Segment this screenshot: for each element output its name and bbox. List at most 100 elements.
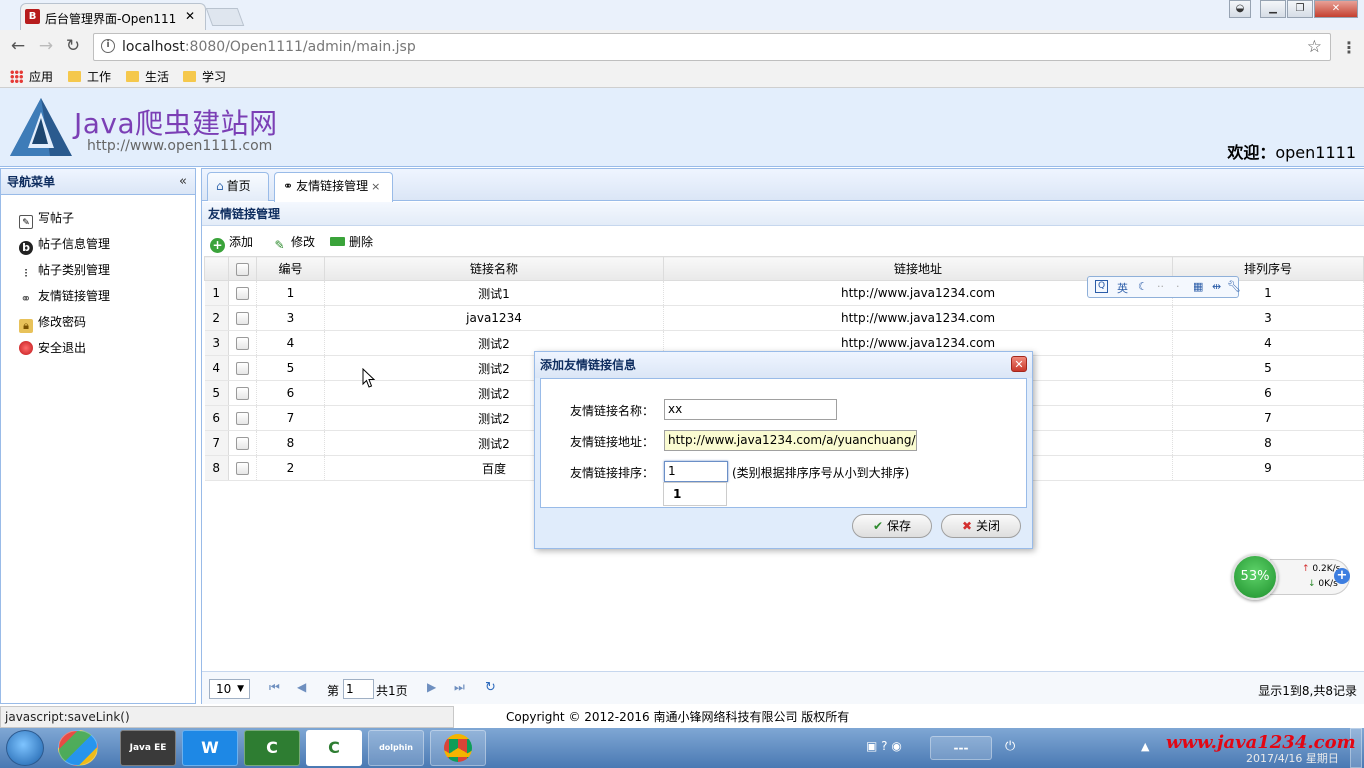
wrench-icon[interactable]: 🔧︎ — [1227, 280, 1241, 293]
taskbar-app-dolphin[interactable]: dolphin — [368, 730, 424, 766]
app-label: dolphin — [379, 743, 413, 752]
tray-indicator[interactable]: --- — [930, 736, 992, 760]
keyboard-icon[interactable]: ▦ — [1193, 280, 1203, 293]
taskbar-app-java-ee[interactable]: Java EE IDE — [120, 730, 176, 766]
sidebar-item-logout[interactable]: 安全退出 — [1, 335, 195, 361]
link-name-input[interactable]: xx — [664, 399, 837, 420]
dot-icon[interactable]: · — [1176, 280, 1180, 293]
select-all-checkbox-cell — [228, 256, 257, 281]
info-icon[interactable]: i — [101, 39, 115, 53]
next-page-icon[interactable]: ▶ — [427, 680, 436, 694]
sidebar-item-category-management[interactable]: ⁝ 帖子类别管理 — [1, 257, 195, 283]
arrow-up-icon: ↑ — [1302, 564, 1313, 574]
tab-link-management[interactable]: ⚭ 友情链接管理 × — [274, 172, 393, 202]
tray-icons[interactable]: ▣ ? ◉ — [866, 739, 902, 753]
bookmark-life[interactable]: 生活 — [126, 68, 169, 85]
collapse-icon[interactable]: « — [179, 169, 187, 195]
row-checkbox[interactable] — [236, 337, 249, 350]
refresh-icon[interactable]: ↻ — [485, 680, 496, 695]
split-icon[interactable]: ⇹ — [1212, 280, 1221, 293]
row-checkbox[interactable] — [236, 387, 249, 400]
order-hint: (类别根据排序序号从小到大排序) — [732, 466, 910, 480]
link-url-input[interactable]: http://www.java1234.com/a/yuanchuang/ac — [664, 430, 917, 451]
browser-menu-icon[interactable]: ⋮ — [1341, 38, 1357, 57]
moon-icon[interactable]: ☾ — [1138, 280, 1148, 293]
prev-page-icon[interactable]: ◀ — [297, 680, 306, 694]
bookmark-label: 应用 — [29, 70, 54, 84]
tab-home[interactable]: ⌂ 首页 — [207, 172, 269, 201]
row-checkbox-cell — [228, 355, 257, 381]
column-header[interactable]: 编号 — [256, 256, 325, 281]
bookmark-label: 生活 — [145, 70, 170, 84]
close-tab-icon[interactable]: × — [371, 180, 380, 193]
edit-icon: ✎ — [19, 215, 33, 229]
minimize-button[interactable]: ▁ — [1260, 0, 1286, 18]
tray-arrow-icon[interactable]: ▲ — [1141, 740, 1149, 753]
dialog-close-icon[interactable]: ✕ — [1011, 356, 1027, 372]
row-checkbox[interactable] — [236, 287, 249, 300]
delete-button[interactable]: 删除 — [330, 233, 373, 250]
taskbar-app-c2[interactable]: C — [306, 730, 362, 766]
taskbar-app-c1[interactable]: C — [244, 730, 300, 766]
bookmark-apps[interactable]: 应用 — [10, 68, 53, 85]
taskbar-app-icon[interactable] — [58, 730, 98, 766]
new-tab-button[interactable] — [205, 8, 245, 26]
page-total: 共1页 — [376, 684, 408, 698]
table-row[interactable]: 2 3 java1234 http://www.java1234.com 3 — [204, 305, 1364, 331]
add-button[interactable]: + 添加 — [210, 233, 253, 253]
ime-mode[interactable]: 英 — [1117, 280, 1128, 296]
page-number-input[interactable]: 1 — [343, 679, 374, 699]
taskbar-app-chrome[interactable] — [430, 730, 486, 766]
plug-icon[interactable]: ⏻ — [1005, 739, 1015, 754]
browser-tab[interactable]: B 后台管理界面-Open111 ✕ — [20, 3, 206, 30]
sidebar-item-post-management[interactable]: b 帖子信息管理 — [1, 231, 195, 257]
sidebar-item-change-password[interactable]: 🔒︎ 修改密码 — [1, 309, 195, 335]
bookmark-star-icon[interactable]: ☆ — [1307, 37, 1322, 57]
screen: B 后台管理界面-Open111 ✕ ◒ ▁ ❐ ✕ ← → ↻ i local… — [0, 0, 1364, 768]
reload-icon[interactable]: ↻ — [63, 36, 83, 56]
dialog-cancel-button[interactable]: ✖ 关闭 — [941, 514, 1021, 538]
save-button[interactable]: ✔ 保存 — [852, 514, 932, 538]
sidebar-item-link-management[interactable]: ⚭ 友情链接管理 — [1, 283, 195, 309]
memory-usage-ball[interactable]: 53% — [1232, 554, 1278, 600]
network-speed-widget[interactable]: 53% ↑ 0.2K/s ↓ 0K/s + — [1230, 553, 1356, 600]
row-checkbox[interactable] — [236, 412, 249, 425]
back-icon[interactable]: ← — [8, 36, 28, 56]
plus-icon[interactable]: + — [1334, 568, 1350, 584]
row-number: 2 — [204, 305, 229, 331]
first-page-icon[interactable]: ⏮ — [269, 680, 280, 695]
close-tab-icon[interactable]: ✕ — [185, 9, 195, 23]
row-checkbox[interactable] — [236, 437, 249, 450]
forward-icon[interactable]: → — [36, 36, 56, 56]
maximize-button[interactable]: ❐ — [1287, 0, 1313, 18]
taskbar-app-w[interactable]: W — [182, 730, 238, 766]
page-size-select[interactable]: 10 ▼ — [209, 679, 250, 699]
tab-label: 首页 — [226, 179, 251, 193]
ime-toolbar[interactable]: Q 英 ☾ ·· · ▦ ⇹ 🔧︎ — [1087, 276, 1241, 298]
sidebar-item-write-post[interactable]: ✎ 写帖子 — [1, 205, 195, 231]
bookmark-work[interactable]: 工作 — [68, 68, 111, 85]
edit-button[interactable]: ✎ 修改 — [272, 233, 315, 253]
link-icon: ⚭ — [20, 292, 32, 307]
row-checkbox[interactable] — [236, 462, 249, 475]
window-close-button[interactable]: ✕ — [1314, 0, 1358, 18]
last-page-icon[interactable]: ⏭ — [454, 680, 465, 695]
cell-id: 3 — [256, 305, 325, 331]
link-order-input[interactable]: 1 — [664, 461, 728, 482]
tree-icon: ⁝ — [24, 266, 28, 280]
row-number: 7 — [204, 430, 229, 456]
punct-icon[interactable]: ·· — [1157, 280, 1164, 293]
start-button[interactable] — [6, 730, 44, 766]
address-bar[interactable]: i localhost:8080/Open1111/admin/main.jsp… — [93, 33, 1331, 61]
row-checkbox[interactable] — [236, 312, 249, 325]
page-size-value: 10 — [216, 682, 232, 696]
cell-id: 2 — [256, 455, 325, 481]
bookmark-study[interactable]: 学习 — [183, 68, 226, 85]
favicon-icon: B — [25, 9, 40, 24]
row-checkbox[interactable] — [236, 362, 249, 375]
autocomplete-suggestion[interactable]: 1 — [663, 482, 727, 506]
user-icon[interactable]: ◒ — [1229, 0, 1251, 18]
row-number: 5 — [204, 380, 229, 406]
column-header[interactable]: 链接名称 — [324, 256, 664, 281]
select-all-checkbox[interactable] — [236, 262, 249, 276]
